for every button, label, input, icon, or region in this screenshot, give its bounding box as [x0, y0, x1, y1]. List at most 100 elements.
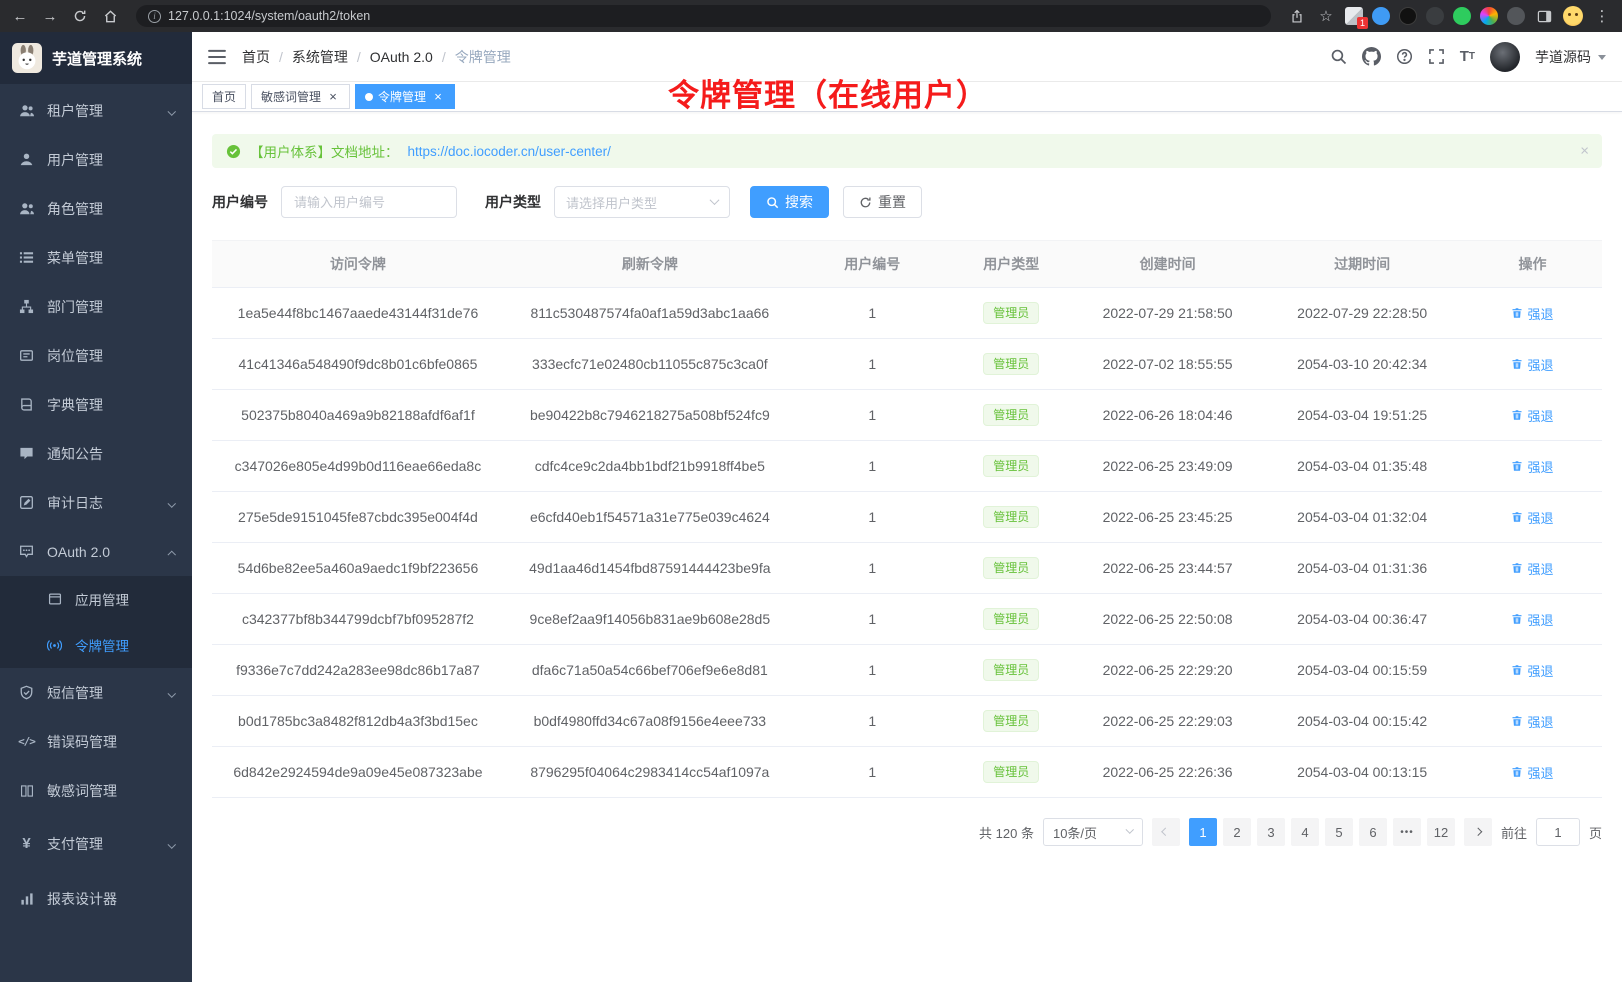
force-logout-button[interactable]: 强退: [1511, 712, 1553, 731]
action-cell: 强退: [1463, 543, 1602, 594]
notice-bubble-icon: [18, 445, 35, 462]
force-logout-button[interactable]: 强退: [1511, 661, 1553, 680]
extension-tabs-icon[interactable]: 1: [1345, 7, 1363, 25]
reset-button[interactable]: 重置: [843, 186, 922, 218]
forward-button[interactable]: →: [40, 6, 60, 26]
sidebar-item-sms[interactable]: 短信管理: [0, 668, 192, 717]
sidebar-item-dept[interactable]: 部门管理: [0, 282, 192, 331]
sidebar-item-user[interactable]: 用户管理: [0, 135, 192, 184]
force-logout-button[interactable]: 强退: [1511, 559, 1553, 578]
user-id-input[interactable]: [281, 186, 457, 218]
sidebar-item-dict[interactable]: 字典管理: [0, 380, 192, 429]
force-logout-button[interactable]: 强退: [1511, 304, 1553, 323]
page-number-button[interactable]: 1: [1189, 818, 1217, 846]
sidebar-item-pay[interactable]: ¥ 支付管理: [0, 819, 192, 868]
tab-home[interactable]: 首页: [202, 84, 246, 109]
extension-gray-icon[interactable]: [1426, 7, 1444, 25]
user-icon: [18, 151, 35, 168]
sidebar-item-audit-log[interactable]: 审计日志: [0, 478, 192, 527]
tab-label: 首页: [212, 88, 236, 105]
sidebar-item-post[interactable]: 岗位管理: [0, 331, 192, 380]
sidebar-item-label: 通知公告: [47, 444, 174, 464]
col-user-type: 用户类型: [949, 241, 1074, 288]
user-type-cell: 管理员: [949, 390, 1074, 441]
oauth-comment-icon: [18, 543, 35, 560]
page-number-button[interactable]: 2: [1223, 818, 1251, 846]
role-icon: [18, 200, 35, 217]
browser-profile-avatar[interactable]: [1563, 6, 1583, 26]
address-bar[interactable]: i 127.0.0.1:1024/system/oauth2/token: [136, 5, 1271, 27]
share-icon[interactable]: [1287, 6, 1307, 26]
prev-page-button[interactable]: [1152, 818, 1180, 846]
goto-page-input[interactable]: [1536, 818, 1580, 846]
page-size-select[interactable]: 10条/页: [1043, 818, 1143, 846]
extensions-puzzle-icon[interactable]: [1507, 7, 1525, 25]
search-icon[interactable]: [1330, 48, 1347, 65]
page-number-button[interactable]: •••: [1393, 818, 1421, 846]
extension-blue-icon[interactable]: [1372, 7, 1390, 25]
expire-time-cell: 2022-07-29 22:28:50: [1261, 288, 1463, 339]
tab-sensitive-words[interactable]: 敏感词管理 ×: [251, 84, 350, 109]
page-number-button[interactable]: 6: [1359, 818, 1387, 846]
force-logout-button[interactable]: 强退: [1511, 508, 1553, 527]
extension-dark-icon[interactable]: [1399, 7, 1417, 25]
force-logout-button[interactable]: 强退: [1511, 355, 1553, 374]
app-logo-area[interactable]: 芋道管理系统: [0, 32, 192, 84]
chart-icon: [18, 890, 35, 907]
search-button[interactable]: 搜索: [750, 186, 829, 218]
next-page-button[interactable]: [1464, 818, 1492, 846]
table-row: 275e5de9151045fe87cbdc395e004f4d e6cfd40…: [212, 492, 1602, 543]
force-logout-button[interactable]: 强退: [1511, 763, 1553, 782]
extension-pinwheel-icon[interactable]: [1480, 7, 1498, 25]
breadcrumb-system[interactable]: 系统管理: [292, 47, 348, 67]
user-id-cell: 1: [796, 288, 949, 339]
sidebar-item-token[interactable]: 令牌管理: [0, 622, 192, 668]
back-button[interactable]: ←: [10, 6, 30, 26]
alert-close-icon[interactable]: ×: [1580, 143, 1589, 160]
page-number-button[interactable]: 4: [1291, 818, 1319, 846]
page-number-button[interactable]: 3: [1257, 818, 1285, 846]
force-logout-button[interactable]: 强退: [1511, 457, 1553, 476]
expire-time-cell: 2054-03-04 00:15:59: [1261, 645, 1463, 696]
page-number-button[interactable]: 12: [1427, 818, 1455, 846]
sidebar-item-sensitive-words[interactable]: 敏感词管理: [0, 766, 192, 815]
close-icon[interactable]: ×: [431, 90, 445, 104]
chevron-down-icon: [169, 836, 175, 852]
doc-link[interactable]: https://doc.iocoder.cn/user-center/: [408, 144, 611, 159]
side-panel-icon[interactable]: [1534, 6, 1554, 26]
fullscreen-icon[interactable]: [1428, 48, 1445, 65]
close-icon[interactable]: ×: [326, 90, 340, 104]
page-number-button[interactable]: 5: [1325, 818, 1353, 846]
breadcrumb-oauth2[interactable]: OAuth 2.0: [370, 49, 433, 65]
user-type-select[interactable]: 请选择用户类型: [554, 186, 730, 218]
bookmark-star-icon[interactable]: ☆: [1316, 6, 1336, 26]
tab-token[interactable]: 令牌管理 ×: [355, 84, 455, 109]
sidebar-item-role[interactable]: 角色管理: [0, 184, 192, 233]
github-icon[interactable]: [1362, 47, 1381, 66]
force-logout-button[interactable]: 强退: [1511, 610, 1553, 629]
user-id-cell: 1: [796, 441, 949, 492]
user-menu[interactable]: 芋道源码: [1535, 47, 1606, 67]
refresh-button[interactable]: [70, 6, 90, 26]
force-logout-button[interactable]: 强退: [1511, 406, 1553, 425]
sidebar-item-tenant[interactable]: 租户管理: [0, 86, 192, 135]
sidebar-item-notice[interactable]: 通知公告: [0, 429, 192, 478]
sidebar-item-menu[interactable]: 菜单管理: [0, 233, 192, 282]
sidebar-item-oauth-apps[interactable]: 应用管理: [0, 576, 192, 622]
user-avatar[interactable]: [1490, 42, 1520, 72]
site-info-icon[interactable]: i: [148, 10, 161, 23]
browser-menu-icon[interactable]: ⋮: [1592, 6, 1612, 26]
sidebar-item-oauth2[interactable]: OAuth 2.0: [0, 527, 192, 576]
font-size-icon[interactable]: TT: [1460, 48, 1475, 65]
help-icon[interactable]: [1396, 48, 1413, 65]
home-button[interactable]: [100, 6, 120, 26]
hamburger-icon[interactable]: [208, 49, 226, 65]
sidebar-item-error-code[interactable]: </> 错误码管理: [0, 717, 192, 766]
extension-green-icon[interactable]: [1453, 7, 1471, 25]
breadcrumb-home[interactable]: 首页: [242, 47, 270, 67]
sidebar-item-report-designer[interactable]: 报表设计器: [0, 874, 192, 923]
user-type-label: 用户类型: [485, 192, 541, 212]
sidebar-item-label: 错误码管理: [47, 732, 174, 752]
breadcrumb-separator: /: [442, 49, 446, 65]
url-text: 127.0.0.1:1024/system/oauth2/token: [168, 9, 370, 23]
